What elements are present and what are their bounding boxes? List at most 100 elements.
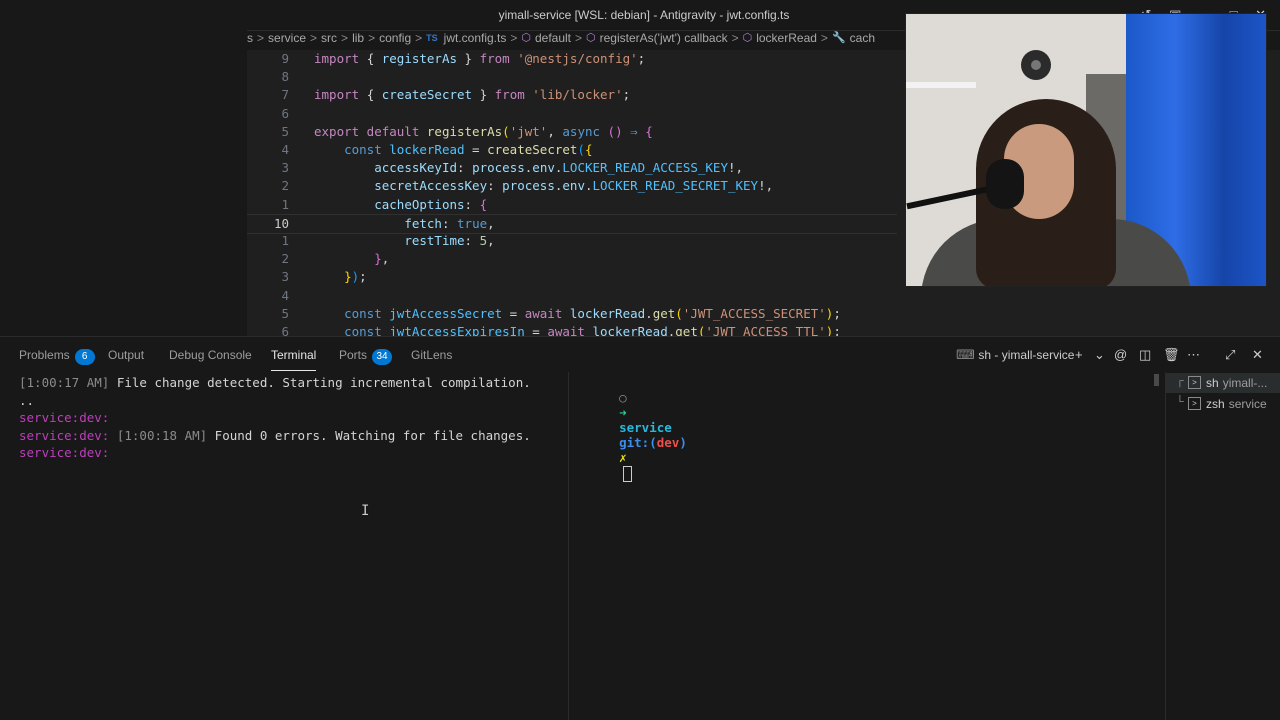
code-token: } <box>472 87 495 103</box>
code-token: !, <box>758 178 774 194</box>
code-token: { <box>366 87 382 103</box>
terminal-list-item[interactable]: ┌ > sh yimall-... <box>1166 373 1280 393</box>
line-number: 9 <box>281 51 289 66</box>
code-token: ( <box>675 305 683 321</box>
code-token: : <box>464 196 480 212</box>
tab-problems[interactable]: Problems 6 <box>19 348 95 365</box>
breadcrumb: s > service > src > lib > config > TS jwt.config.ts… <box>247 30 907 50</box>
split-icon: ◫ <box>1139 347 1152 362</box>
code-line[interactable]: 4 <box>247 287 1027 305</box>
breadcrumb-item[interactable]: cach <box>850 31 875 45</box>
terminal-name: sh yimall-... <box>1206 376 1267 390</box>
code-token: = <box>524 324 548 336</box>
tab-terminal[interactable]: Terminal <box>271 348 317 371</box>
prompt-branch: dev <box>656 435 680 450</box>
line-number: 7 <box>281 87 289 103</box>
new-terminal-button[interactable]: + <box>1075 347 1083 362</box>
code-token: : <box>457 160 473 176</box>
terminal-text: service:dev: <box>19 410 110 425</box>
tab-label: Output <box>108 348 145 362</box>
line-number: 2 <box>281 251 289 267</box>
code-token: } <box>344 269 352 285</box>
breadcrumb-separator-icon: > <box>731 30 739 45</box>
code-token: await <box>547 324 593 336</box>
tab-label: Debug Console <box>169 348 252 362</box>
line-number: 4 <box>281 142 289 157</box>
code-token: = <box>464 142 488 157</box>
code-token: ; <box>637 51 646 66</box>
tab-output[interactable]: Output <box>108 348 144 362</box>
line-number: 6 <box>281 105 289 121</box>
code-token: : <box>464 233 480 248</box>
terminal-dropdown-button[interactable]: ⌄ <box>1094 347 1105 363</box>
breadcrumb-item[interactable]: lib <box>352 31 364 45</box>
split-terminal-button[interactable]: ◫ <box>1139 347 1151 363</box>
terminal-icon: > <box>1188 376 1201 389</box>
code-token: lockerRead <box>389 142 465 157</box>
breadcrumb-item[interactable]: registerAs('jwt') callback <box>600 31 728 45</box>
line-number: 6 <box>281 324 289 336</box>
breadcrumb-item[interactable]: s <box>247 31 253 45</box>
mouse-ibeam-cursor: I <box>361 503 370 519</box>
terminal-output-line: [1:00:17 AM] File change detected. Start… <box>19 375 531 392</box>
sidebar-area <box>0 30 247 336</box>
line-number: 10 <box>273 215 289 231</box>
code-token: createSecret <box>487 142 578 157</box>
terminal-scrollbar[interactable] <box>1154 374 1159 386</box>
symbol-icon: ⬡ <box>586 32 596 45</box>
code-line[interactable]: 5 const jwtAccessSecret = await lockerRe… <box>247 305 1027 323</box>
mention-button[interactable]: @ <box>1114 347 1127 362</box>
code-token: : <box>441 215 458 231</box>
close-panel-button[interactable]: ✕ <box>1252 347 1263 363</box>
terminal-text: Found 0 errors. Watching for file change… <box>207 427 531 443</box>
breadcrumb-item[interactable]: jwt.config.ts <box>444 31 507 45</box>
terminal-left[interactable]: [1:00:17 AM] File change detected. Start… <box>0 372 568 720</box>
code-text: secretAccessKey: process.env.LOCKER_READ… <box>314 177 773 195</box>
webcam-lamp <box>1021 50 1051 80</box>
code-token: true <box>457 215 488 231</box>
code-line[interactable]: 6 const jwtAccessExpiresIn = await locke… <box>247 323 1027 336</box>
breadcrumb-item[interactable]: lockerRead <box>756 31 817 45</box>
terminal-text: [1:00:17 AM] <box>19 375 110 390</box>
terminal-right[interactable]: ○ ➜ service git:(dev) ✗ <box>569 372 1154 720</box>
breadcrumb-separator-icon: > <box>257 30 265 45</box>
code-token: cacheOptions <box>374 196 465 212</box>
property-icon: 🔧 <box>831 32 846 45</box>
terminal-list-item[interactable]: └ > zsh service <box>1166 394 1280 414</box>
terminal-text: service:dev: <box>19 445 110 460</box>
terminal-icon: ⌨ <box>956 347 975 362</box>
tab-gitlens[interactable]: GitLens <box>411 348 452 362</box>
tab-debug-console[interactable]: Debug Console <box>169 348 252 362</box>
breadcrumb-item[interactable]: config <box>379 31 411 45</box>
code-token: export default <box>314 123 427 139</box>
code-text: const jwtAccessSecret = await lockerRead… <box>314 305 841 323</box>
terminal-text: [1:00:18 AM] <box>116 427 208 443</box>
code-line[interactable]: 10 fetch: true, <box>247 213 897 234</box>
prompt-git-close: ) <box>679 435 687 450</box>
line-number: 1 <box>281 233 289 248</box>
line-number: 8 <box>281 69 289 85</box>
terminal-selector[interactable]: ⌨ sh - yimall-service <box>956 347 1074 363</box>
line-number: 1 <box>281 196 289 212</box>
webcam-shelf <box>906 82 976 88</box>
code-token: 5 <box>479 233 488 248</box>
line-number: 5 <box>281 305 289 321</box>
code-token: lockerRead <box>569 305 646 321</box>
code-token: , <box>547 123 563 139</box>
more-actions-button[interactable]: ⋯ <box>1187 347 1200 363</box>
tab-ports[interactable]: Ports 34 <box>339 348 393 365</box>
maximize-panel-button[interactable]: ⤢ <box>1225 347 1235 363</box>
breadcrumb-item[interactable]: service <box>268 31 306 45</box>
tree-connector-icon: └ <box>1176 396 1184 408</box>
code-token: } <box>374 251 382 267</box>
kill-terminal-button[interactable]: 🗑 <box>1163 347 1180 363</box>
breadcrumb-item[interactable]: src <box>321 31 337 45</box>
breadcrumb-item[interactable]: default <box>535 31 571 45</box>
breadcrumb-separator-icon: > <box>820 30 828 45</box>
code-token: jwtAccessExpiresIn <box>389 324 525 336</box>
webcam-microphone <box>986 159 1024 209</box>
